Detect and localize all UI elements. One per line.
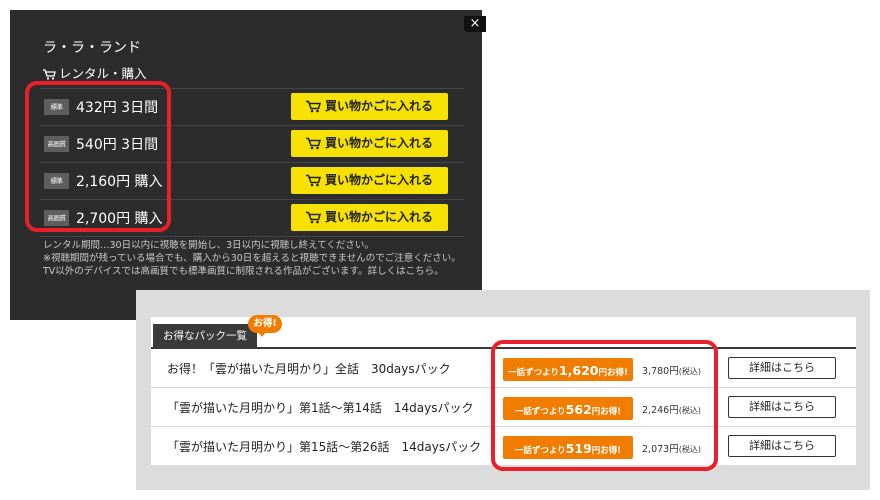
add-to-cart-button[interactable]: 買い物かごに入れる: [291, 130, 448, 157]
rental-section-label: レンタル・購入: [59, 66, 147, 81]
add-to-cart-label: 買い物かごに入れる: [324, 136, 433, 150]
pack-name: 「雲が描いた月明かり」第15話～第26話 14daysパック: [167, 440, 482, 454]
cart-icon: [305, 174, 321, 187]
add-to-cart-button[interactable]: 買い物かごに入れる: [291, 204, 448, 231]
note-line: ※視聴期間が残っている場合でも、購入から30日を超えると視聴できませんのでご注意…: [43, 253, 461, 264]
details-button[interactable]: 詳細はこちら: [728, 396, 836, 418]
rental-notes: レンタル期間…30日以内に視聴を開始し、3日以内に視聴し終えてください。 ※視聴…: [43, 239, 461, 278]
pack-name: 「雲が描いた月明かり」第1話～第14話 14daysパック: [167, 401, 474, 415]
add-to-cart-button[interactable]: 買い物かごに入れる: [291, 93, 448, 120]
note-line[interactable]: TV以外のデバイスでは高画質でも標準画質に制限される作品がございます。詳しくはこ…: [43, 265, 461, 278]
pack-list-tab[interactable]: お得なパック一覧: [153, 324, 257, 348]
add-to-cart-label: 買い物かごに入れる: [324, 173, 433, 187]
pack-name: お得！「雲が描いた月明かり」全話 30daysパック: [167, 362, 451, 376]
highlight-box-rental-prices: [25, 81, 171, 232]
add-to-cart-label: 買い物かごに入れる: [324, 99, 433, 113]
add-to-cart-button[interactable]: 買い物かごに入れる: [291, 167, 448, 194]
details-button[interactable]: 詳細はこちら: [728, 357, 836, 379]
highlight-box-pack-savings: [491, 340, 718, 471]
note-line: レンタル期間…30日以内に視聴を開始し、3日以内に視聴し終えてください。: [43, 240, 374, 251]
close-icon[interactable]: ×: [464, 16, 486, 32]
cart-icon: [43, 69, 56, 80]
cart-icon: [305, 100, 321, 113]
add-to-cart-label: 買い物かごに入れる: [324, 210, 433, 224]
deal-badge: お得!: [248, 315, 282, 337]
details-button[interactable]: 詳細はこちら: [728, 435, 836, 457]
cart-icon: [305, 137, 321, 150]
cart-icon: [305, 211, 321, 224]
movie-title: ラ・ラ・ランド: [43, 40, 141, 56]
rental-section-header: レンタル・購入: [43, 63, 147, 82]
